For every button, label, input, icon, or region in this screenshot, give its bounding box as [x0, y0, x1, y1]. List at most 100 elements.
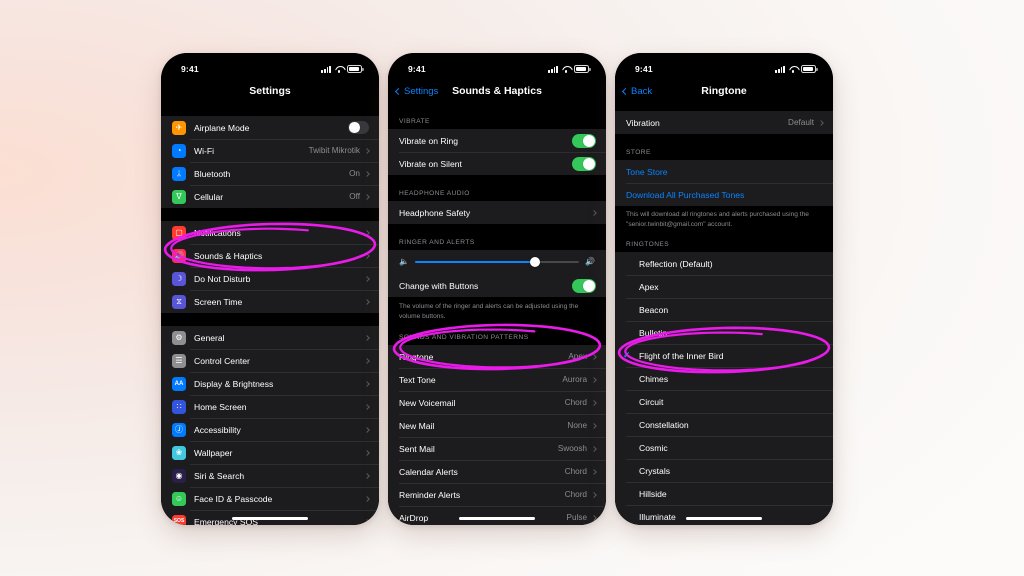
list-gap — [388, 103, 606, 111]
ringtone-row[interactable]: ✓ Flight of the Inner Bird — [615, 344, 833, 367]
store-row[interactable]: Tone Store — [615, 160, 833, 183]
sound-pattern-row[interactable]: AirDrop Pulse — [388, 506, 606, 525]
list-item-label: Vibrate on Silent — [399, 158, 462, 169]
store-row[interactable]: Download All Purchased Tones — [615, 183, 833, 206]
ringtone-row[interactable]: ✓ Apex — [615, 275, 833, 298]
chevron-right-icon — [364, 147, 370, 154]
sound-pattern-row[interactable]: New Mail None — [388, 414, 606, 437]
sound-pattern-row[interactable]: Text Tone Aurora — [388, 368, 606, 391]
ringtone-label: Apex — [639, 281, 659, 292]
list-gap — [161, 103, 379, 116]
chevron-right-icon — [364, 275, 370, 282]
settings-row[interactable]: 🔊 Sounds & Haptics — [161, 244, 379, 267]
ringtone-label: Reflection (Default) — [639, 258, 713, 269]
face-id-passcode-icon: ☺ — [172, 491, 186, 506]
do-not-disturb-icon: ☽ — [172, 271, 186, 286]
slider-track[interactable] — [414, 257, 580, 267]
settings-row[interactable]: ☺ Face ID & Passcode — [161, 487, 379, 510]
list-item-label: Face ID & Passcode — [194, 493, 273, 504]
home-indicator — [459, 516, 535, 520]
ringtone-row[interactable]: ✓ Bulletin — [615, 321, 833, 344]
ringtone-list[interactable]: Vibration Default STORE Tone Store Downlo… — [615, 103, 833, 525]
chevron-right-icon — [364, 449, 370, 456]
settings-row[interactable]: ᛦ Bluetooth On — [161, 162, 379, 185]
settings-row[interactable]: ◔ Wi-Fi Twibit Mikrotik — [161, 139, 379, 162]
sound-pattern-row[interactable]: Calendar Alerts Chord — [388, 460, 606, 483]
section-header-headphone-audio: HEADPHONE AUDIO — [388, 183, 606, 201]
vibrate-row[interactable]: Vibrate on Ring — [388, 129, 606, 152]
sound-pattern-row[interactable]: Sent Mail Swoosh — [388, 437, 606, 460]
ringtone-label: Flight of the Inner Bird — [639, 350, 724, 361]
chevron-right-icon — [364, 380, 370, 387]
settings-row[interactable]: ✈ Airplane Mode — [161, 116, 379, 139]
list-item-value: Off — [349, 192, 360, 201]
cellular-signal-icon — [775, 65, 785, 73]
list-item-value: Apex — [568, 352, 587, 362]
sound-pattern-row[interactable]: New Voicemail Chord — [388, 391, 606, 414]
wifi-status-icon — [562, 66, 571, 73]
ringtone-row[interactable]: ✓ Cosmic — [615, 436, 833, 459]
chevron-right-icon — [364, 472, 370, 479]
chevron-right-icon — [591, 468, 597, 475]
chevron-right-icon — [364, 357, 370, 364]
headphone-group: Headphone Safety — [388, 201, 606, 224]
ringtone-row[interactable]: ✓ Reflection (Default) — [615, 252, 833, 275]
back-button-label: Settings — [404, 85, 439, 97]
settings-list[interactable]: ✈ Airplane Mode ◔ Wi-Fi Twibit Mikrotik ᛦ Blue… — [161, 103, 379, 525]
phone-ringtone: 9:41 Back Ringtone Vibration Default STO… — [615, 53, 833, 525]
chevron-left-icon — [394, 87, 403, 95]
settings-row[interactable]: ∷ Home Screen — [161, 395, 379, 418]
settings-row[interactable]: ❀ Wallpaper — [161, 441, 379, 464]
toggle-switch[interactable] — [572, 156, 596, 171]
ringer-volume-slider[interactable]: 🔈 🔊 — [388, 250, 606, 274]
vibrate-row[interactable]: Vibrate on Silent — [388, 152, 606, 175]
list-item-value: Chord — [564, 467, 587, 477]
volume-footnote: The volume of the ringer and alerts can … — [388, 297, 606, 328]
ringtone-row[interactable]: ✓ Hillside — [615, 482, 833, 505]
chevron-right-icon — [818, 119, 824, 126]
slider-knob[interactable] — [529, 257, 540, 267]
sound-pattern-row[interactable]: Reminder Alerts Chord — [388, 483, 606, 506]
list-item-value: Aurora — [562, 375, 587, 385]
settings-row[interactable]: ⧖ Screen Time — [161, 290, 379, 313]
settings-row[interactable]: ⚙ General — [161, 326, 379, 349]
ringtone-row[interactable]: ✓ Constellation — [615, 413, 833, 436]
checkmark-placeholder: ✓ — [623, 443, 632, 452]
settings-row[interactable]: Ⓙ Accessibility — [161, 418, 379, 441]
screen-ringtone: 9:41 Back Ringtone Vibration Default STO… — [615, 53, 833, 525]
settings-row[interactable]: ☰ Control Center — [161, 349, 379, 372]
checkmark-placeholder: ✓ — [623, 282, 632, 291]
vibration-label: Vibration — [626, 117, 660, 128]
nav-bar-settings: Settings — [161, 79, 379, 103]
status-bar: 9:41 — [388, 53, 606, 79]
ringtone-row[interactable]: ✓Illuminate — [615, 505, 833, 525]
toggle-switch[interactable] — [348, 121, 369, 134]
settings-row[interactable]: ☽ Do Not Disturb — [161, 267, 379, 290]
ringtone-row[interactable]: ✓ Crystals — [615, 459, 833, 482]
back-button[interactable]: Back — [621, 86, 652, 97]
list-gap — [615, 134, 833, 142]
sounds-list[interactable]: VIBRATE Vibrate on Ring Vibrate on Silent… — [388, 103, 606, 525]
list-item-label: Download All Purchased Tones — [626, 189, 745, 200]
list-gap — [161, 313, 379, 326]
sound-pattern-row[interactable]: Ringtone Apex — [388, 345, 606, 368]
change-with-buttons-row[interactable]: Change with Buttons — [388, 274, 606, 297]
screen-sounds-haptics: 9:41 Settings Sounds & Haptics VIBRATE V… — [388, 53, 606, 525]
settings-row[interactable]: ▢ Notifications — [161, 221, 379, 244]
ringtone-row[interactable]: ✓ Chimes — [615, 367, 833, 390]
ringtone-row[interactable]: ✓ Circuit — [615, 390, 833, 413]
list-item-value: None — [567, 421, 587, 431]
headphone-row[interactable]: Headphone Safety — [388, 201, 606, 224]
settings-row[interactable]: ◉ Siri & Search — [161, 464, 379, 487]
settings-row[interactable]: ᐁ Cellular Off — [161, 185, 379, 208]
toggle-switch[interactable] — [572, 133, 596, 148]
settings-group-system: ⚙ General ☰ Control Center AA Display & Brigh… — [161, 326, 379, 525]
chevron-right-icon — [591, 376, 597, 383]
vibration-row[interactable]: Vibration Default — [615, 111, 833, 134]
back-button[interactable]: Settings — [394, 85, 439, 97]
list-item-label: Calendar Alerts — [399, 466, 458, 477]
ringtone-row[interactable]: ✓ Beacon — [615, 298, 833, 321]
battery-icon — [801, 65, 818, 73]
settings-row[interactable]: AA Display & Brightness — [161, 372, 379, 395]
toggle-switch[interactable] — [572, 278, 596, 293]
